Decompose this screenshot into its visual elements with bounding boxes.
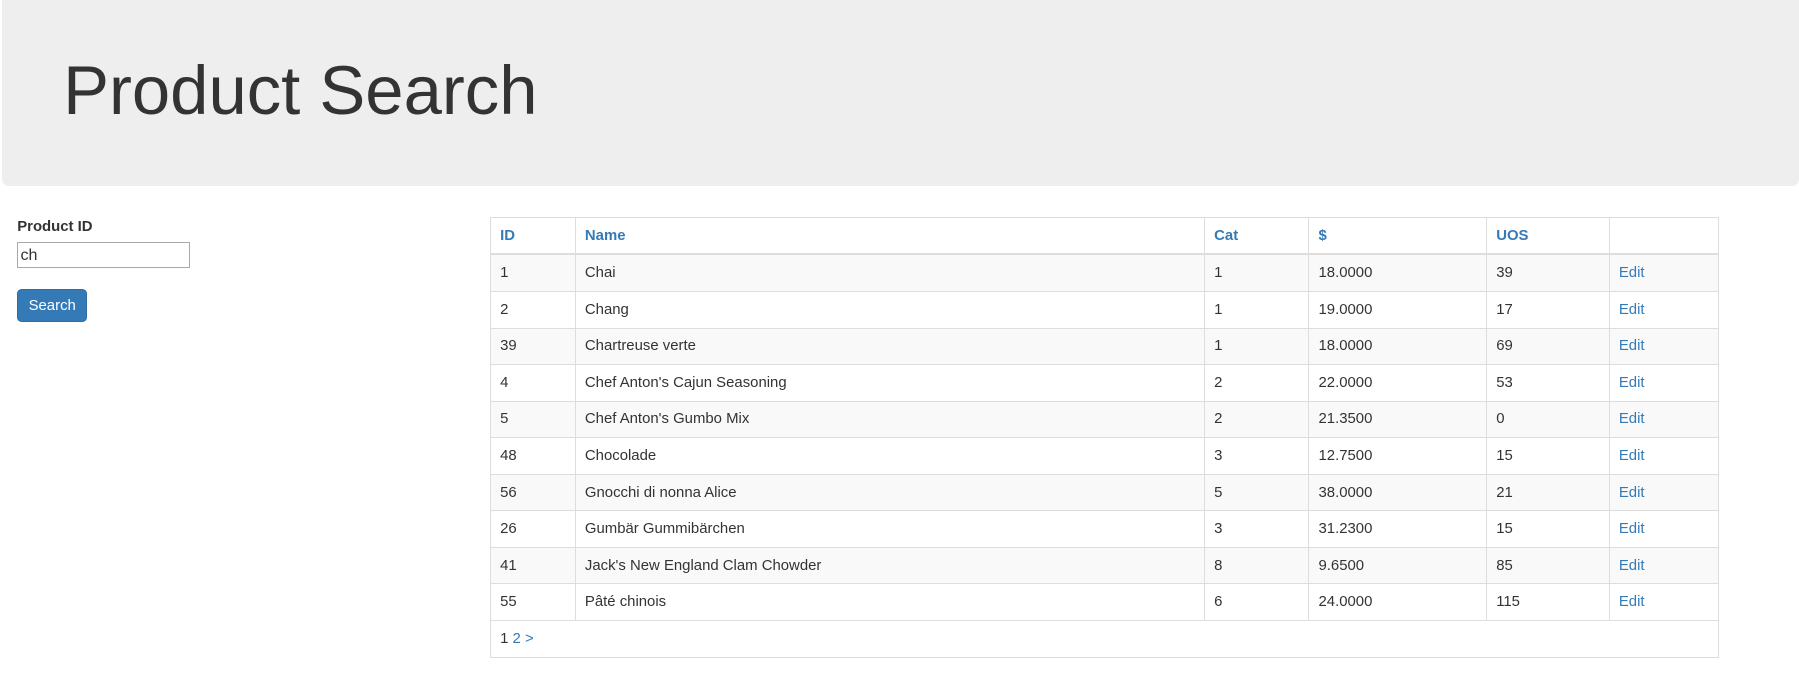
edit-link[interactable]: Edit [1619,448,1645,464]
cell-name: Chef Anton's Cajun Seasoning [574,364,1206,402]
cell-price: 31.2300 [1308,510,1488,548]
cell-id: 48 [489,437,576,475]
table-row: 5 Chef Anton's Gumbo Mix 2 21.3500 0 Edit [489,400,1719,439]
table-row: 55 Pâté chinois 6 24.0000 115 Edit [489,583,1719,622]
cell-price: 21.3500 [1308,400,1488,439]
cell-actions: Edit [1608,473,1719,512]
page-next-link[interactable]: > [525,631,534,647]
pager: 1 2 > [489,620,1719,658]
cell-price: 22.0000 [1308,364,1488,402]
product-id-input[interactable] [17,242,191,269]
cell-id: 2 [489,290,576,329]
cell-id: 1 [489,253,576,292]
products-table: ID Name Cat $ UOS 1 Chai 1 18.0000 39 Edit 2 Chang 1… [489,216,1719,658]
cell-uos: 69 [1486,327,1610,366]
cell-price: 19.0000 [1308,290,1488,329]
product-id-label: Product ID [17,219,93,236]
header-banner: Product Search [2,0,1799,186]
page-link-2[interactable]: 2 [513,631,521,647]
cell-uos: 21 [1486,473,1610,512]
cell-uos: 115 [1486,583,1610,622]
page: Product Search Product ID Search IDNameC… [0,0,1799,681]
cell-name: Chef Anton's Gumbo Mix [574,400,1206,439]
table-row: 2 Chang 1 19.0000 17 Edit [489,290,1719,329]
cell-cat: 2 [1204,400,1310,439]
cell-actions: Edit [1608,546,1719,585]
edit-link[interactable]: Edit [1619,521,1645,537]
cell-cat: 1 [1204,253,1310,292]
cell-price: 12.7500 [1308,437,1488,475]
cell-actions: Edit [1608,437,1719,475]
cell-cat: 2 [1204,364,1310,402]
cell-uos: 15 [1486,437,1610,475]
cell-price: 9.6500 [1308,546,1488,585]
column-header-cat[interactable]: Cat [1204,216,1310,256]
edit-link[interactable]: Edit [1619,302,1645,318]
cell-cat: 3 [1204,437,1310,475]
column-header-price[interactable]: $ [1308,216,1488,256]
table-row: 26 Gumbär Gummibärchen 3 31.2300 15 Edit [489,510,1719,548]
cell-name: Gumbär Gummibärchen [574,510,1206,548]
table-row: 4 Chef Anton's Cajun Seasoning 2 22.0000 53 E… [489,364,1719,402]
column-header-actions [1608,216,1719,256]
edit-link[interactable]: Edit [1619,265,1645,281]
cell-name: Chocolade [574,437,1206,475]
cell-actions: Edit [1608,583,1719,622]
cell-actions: Edit [1608,290,1719,329]
cell-name: Chartreuse verte [574,327,1206,366]
cell-price: 18.0000 [1308,327,1488,366]
cell-id: 39 [489,327,576,366]
cell-actions: Edit [1608,327,1719,366]
cell-name: Pâté chinois [574,583,1206,622]
cell-price: 18.0000 [1308,253,1488,292]
cell-uos: 85 [1486,546,1610,585]
page-current: 1 [500,630,509,647]
cell-actions: Edit [1608,400,1719,439]
column-header-id[interactable]: ID [489,216,576,256]
cell-cat: 3 [1204,510,1310,548]
cell-name: Gnocchi di nonna Alice [574,473,1206,512]
cell-name: Chang [574,290,1206,329]
cell-cat: 6 [1204,583,1310,622]
cell-name: Jack's New England Clam Chowder [574,546,1206,585]
cell-price: 38.0000 [1308,473,1488,512]
cell-cat: 1 [1204,327,1310,366]
edit-link[interactable]: Edit [1619,375,1645,391]
table-row: 1 Chai 1 18.0000 39 Edit [489,253,1719,292]
cell-id: 41 [489,546,576,585]
edit-link[interactable]: Edit [1619,485,1645,501]
cell-cat: 5 [1204,473,1310,512]
search-button[interactable]: Search [17,289,88,323]
column-header-name[interactable]: Name [574,216,1206,256]
page-title: Product Search [63,51,538,129]
edit-link[interactable]: Edit [1619,558,1645,574]
cell-price: 24.0000 [1308,583,1488,622]
table-row: 41 Jack's New England Clam Chowder 8 9.6500… [489,546,1719,585]
table-row: 39 Chartreuse verte 1 18.0000 69 Edit [489,327,1719,366]
cell-id: 56 [489,473,576,512]
cell-uos: 39 [1486,253,1610,292]
cell-id: 26 [489,510,576,548]
cell-name: Chai [574,253,1206,292]
cell-cat: 1 [1204,290,1310,329]
cell-id: 4 [489,364,576,402]
edit-link[interactable]: Edit [1619,338,1645,354]
table-row: 48 Chocolade 3 12.7500 15 Edit [489,437,1719,475]
cell-actions: Edit [1608,253,1719,292]
cell-id: 5 [489,400,576,439]
column-header-uos[interactable]: UOS [1486,216,1610,256]
edit-link[interactable]: Edit [1619,411,1645,427]
cell-uos: 17 [1486,290,1610,329]
edit-link[interactable]: Edit [1619,594,1645,610]
cell-cat: 8 [1204,546,1310,585]
cell-actions: Edit [1608,510,1719,548]
cell-actions: Edit [1608,364,1719,402]
cell-uos: 15 [1486,510,1610,548]
cell-id: 55 [489,583,576,622]
table-row: 56 Gnocchi di nonna Alice 5 38.0000 21 Edit [489,473,1719,512]
cell-uos: 0 [1486,400,1610,439]
cell-uos: 53 [1486,364,1610,402]
